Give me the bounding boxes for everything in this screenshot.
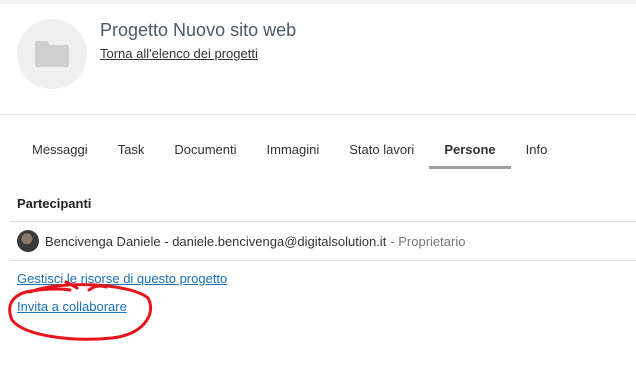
tab-messaggi[interactable]: Messaggi	[17, 133, 103, 166]
project-header: Progetto Nuovo sito web Torna all'elenco…	[0, 4, 636, 114]
tab-persone[interactable]: Persone	[429, 133, 511, 169]
back-to-projects-link[interactable]: Torna all'elenco dei progetti	[100, 46, 258, 61]
page-title: Progetto Nuovo sito web	[100, 20, 297, 40]
project-page: Progetto Nuovo sito web Torna all'elenco…	[0, 0, 636, 389]
tab-task[interactable]: Task	[103, 133, 160, 166]
project-tabs: Messaggi Task Documenti Immagini Stato l…	[17, 133, 562, 169]
tab-info[interactable]: Info	[511, 133, 563, 166]
project-avatar	[17, 19, 87, 89]
participants-heading: Partecipanti	[17, 196, 92, 211]
invite-collaborate-link[interactable]: Invita a collaborare	[17, 299, 127, 314]
section-divider	[10, 221, 636, 222]
tab-immagini[interactable]: Immagini	[252, 133, 335, 166]
tab-stato-lavori[interactable]: Stato lavori	[334, 133, 429, 166]
tab-documenti[interactable]: Documenti	[159, 133, 251, 166]
manage-resources-link[interactable]: Gestisci le risorse di questo progetto	[17, 271, 227, 286]
row-divider	[10, 260, 636, 261]
folder-icon	[35, 41, 69, 67]
avatar	[17, 230, 39, 252]
header-divider	[0, 114, 636, 115]
annotation-underline-2	[87, 284, 108, 292]
participant-role: - Proprietario	[390, 233, 466, 249]
list-item: Bencivenga Daniele - daniele.bencivenga@…	[17, 230, 627, 252]
participant-name: Bencivenga Daniele - daniele.bencivenga@…	[45, 233, 387, 249]
